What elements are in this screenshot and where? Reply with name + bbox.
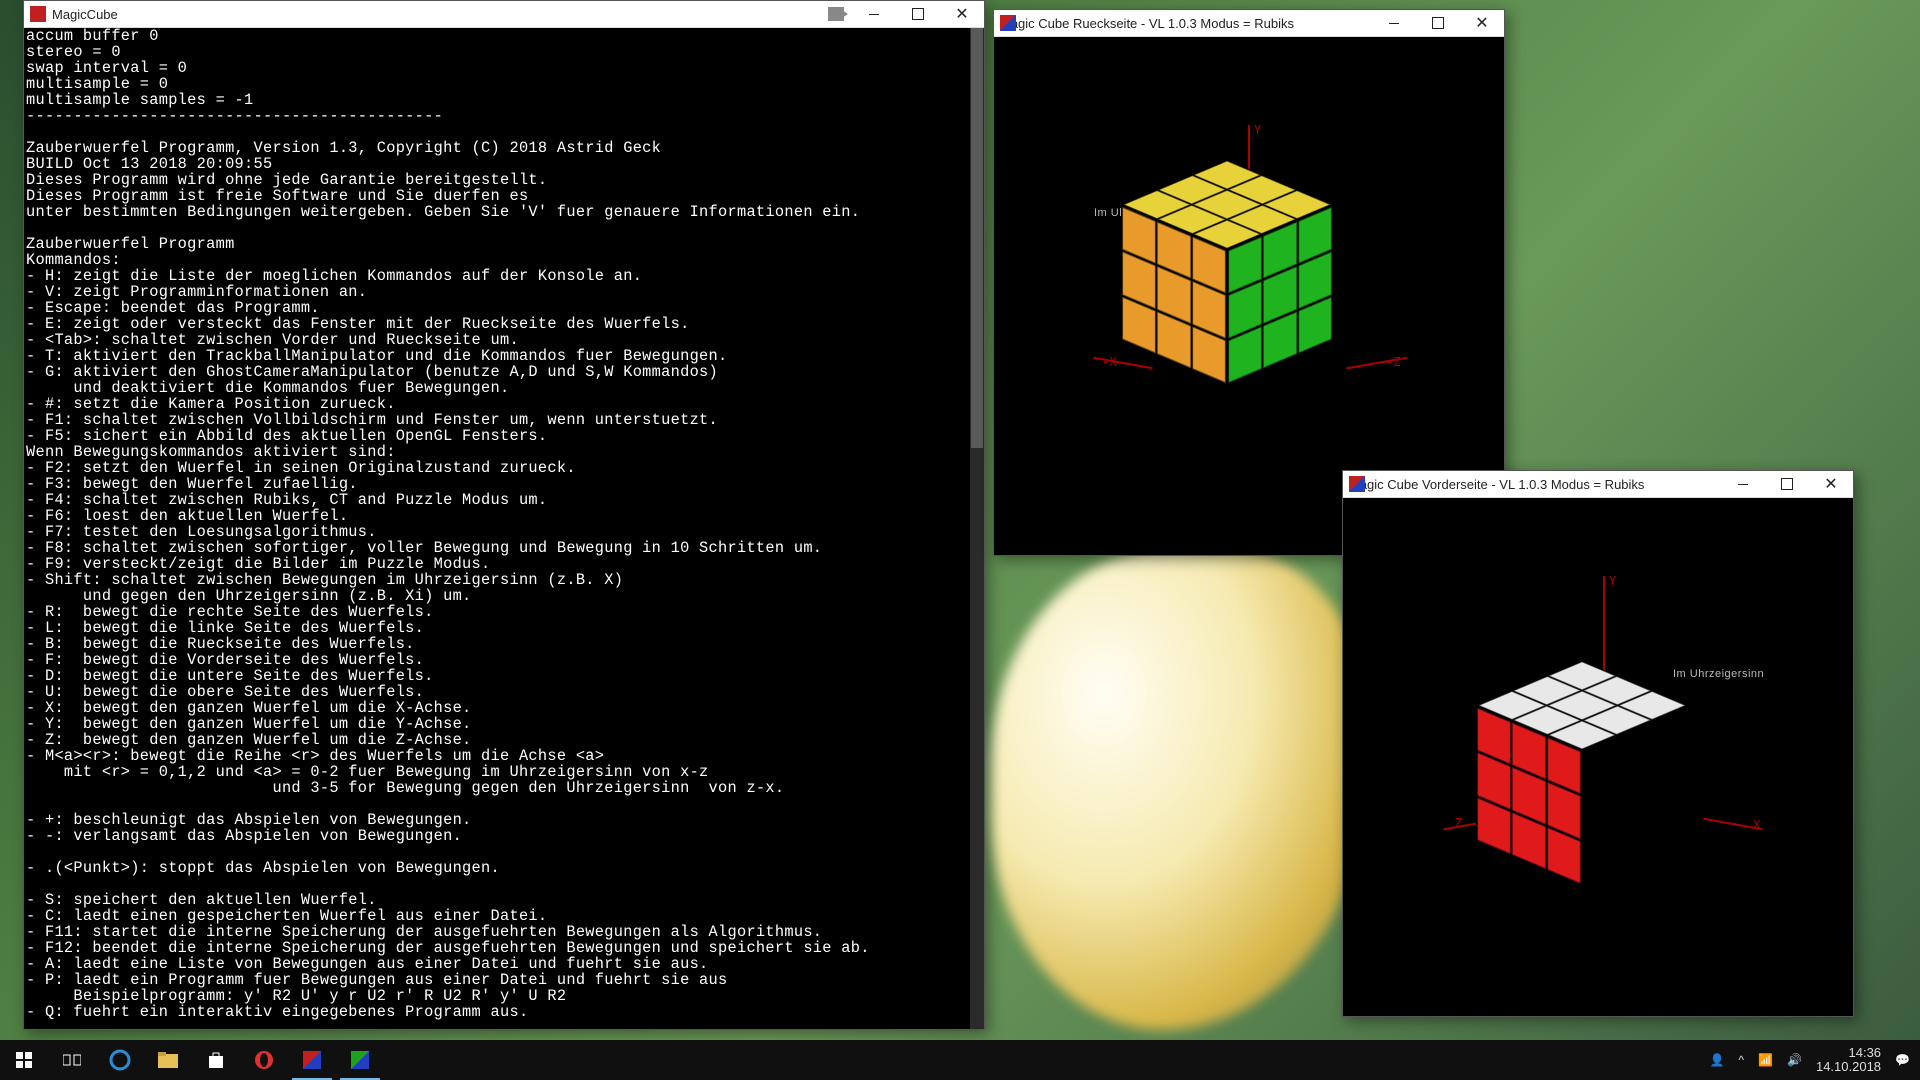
taskbar-magiccube-console[interactable] bbox=[288, 1040, 336, 1080]
opera-icon bbox=[254, 1050, 274, 1070]
axis-z-label: Z bbox=[1455, 816, 1462, 830]
minimize-button[interactable] bbox=[1372, 10, 1416, 36]
magiccube-view-icon bbox=[351, 1051, 369, 1069]
close-button[interactable] bbox=[1460, 10, 1504, 36]
axis-y-label: Y bbox=[1609, 574, 1616, 588]
taskbar-clock[interactable]: 14:36 14.10.2018 bbox=[1816, 1046, 1881, 1074]
minimize-button[interactable] bbox=[1721, 471, 1765, 497]
app-icon bbox=[30, 6, 46, 22]
axis-neg-x-label: -X bbox=[1102, 355, 1116, 369]
windows-icon bbox=[16, 1052, 32, 1068]
start-button[interactable] bbox=[0, 1040, 48, 1080]
taskbar[interactable]: 👤 ^ 📶 🔊 14:36 14.10.2018 💬 bbox=[0, 1040, 1920, 1080]
task-view-icon bbox=[63, 1053, 81, 1067]
edge-icon bbox=[109, 1049, 131, 1071]
console-text[interactable]: accum buffer 0 stereo = 0 swap interval … bbox=[26, 28, 970, 1029]
maximize-button[interactable] bbox=[896, 1, 940, 27]
volume-icon[interactable]: 🔊 bbox=[1787, 1053, 1802, 1067]
console-window[interactable]: MagicCube accum buffer 0 stereo = 0 swap… bbox=[23, 0, 985, 1030]
tray-chevron-icon[interactable]: ^ bbox=[1738, 1053, 1744, 1067]
axis-x-label: X bbox=[1753, 818, 1760, 832]
front-cube-view[interactable]: Im Uhrzeigersinn Y X Z bbox=[1343, 498, 1853, 1016]
back-titlebar[interactable]: Magic Cube Rueckseite - VL 1.0.3 Modus =… bbox=[994, 10, 1504, 37]
axis-neg-z-label: -Z bbox=[1386, 355, 1400, 369]
folder-icon bbox=[158, 1052, 178, 1068]
axis-y-label: Y bbox=[1254, 123, 1261, 137]
projector-icon bbox=[828, 7, 844, 21]
taskbar-store[interactable] bbox=[192, 1040, 240, 1080]
front-title: Magic Cube Vorderseite - VL 1.0.3 Modus … bbox=[1349, 477, 1721, 492]
taskbar-edge[interactable] bbox=[96, 1040, 144, 1080]
front-titlebar[interactable]: Magic Cube Vorderseite - VL 1.0.3 Modus … bbox=[1343, 471, 1853, 498]
cube-icon bbox=[1349, 476, 1365, 492]
system-tray[interactable]: 👤 ^ 📶 🔊 14:36 14.10.2018 💬 bbox=[1699, 1046, 1920, 1074]
console-title: MagicCube bbox=[52, 7, 828, 22]
console-scrollbar[interactable] bbox=[970, 28, 984, 1029]
clock-time: 14:36 bbox=[1816, 1046, 1881, 1060]
console-body: accum buffer 0 stereo = 0 swap interval … bbox=[24, 28, 984, 1029]
back-title: Magic Cube Rueckseite - VL 1.0.3 Modus =… bbox=[1000, 16, 1372, 31]
store-icon bbox=[207, 1051, 225, 1069]
maximize-button[interactable] bbox=[1416, 10, 1460, 36]
close-button[interactable] bbox=[940, 1, 984, 27]
maximize-button[interactable] bbox=[1765, 471, 1809, 497]
rotation-hint: Im Uhrzeigersinn bbox=[1673, 668, 1764, 680]
task-view-button[interactable] bbox=[48, 1040, 96, 1080]
network-icon[interactable]: 📶 bbox=[1758, 1053, 1773, 1067]
minimize-button[interactable] bbox=[852, 1, 896, 27]
close-button[interactable] bbox=[1809, 471, 1853, 497]
people-icon[interactable]: 👤 bbox=[1709, 1053, 1724, 1067]
magiccube-icon bbox=[303, 1051, 321, 1069]
taskbar-explorer[interactable] bbox=[144, 1040, 192, 1080]
console-titlebar[interactable]: MagicCube bbox=[24, 1, 984, 28]
taskbar-opera[interactable] bbox=[240, 1040, 288, 1080]
front-cube-window[interactable]: Magic Cube Vorderseite - VL 1.0.3 Modus … bbox=[1342, 470, 1854, 1017]
scrollbar-thumb[interactable] bbox=[971, 28, 983, 448]
clock-date: 14.10.2018 bbox=[1816, 1060, 1881, 1074]
cube-icon bbox=[1000, 15, 1016, 31]
notifications-icon[interactable]: 💬 bbox=[1895, 1053, 1910, 1067]
taskbar-magiccube-view[interactable] bbox=[336, 1040, 384, 1080]
desktop-background: MagicCube accum buffer 0 stereo = 0 swap… bbox=[0, 0, 1920, 1080]
